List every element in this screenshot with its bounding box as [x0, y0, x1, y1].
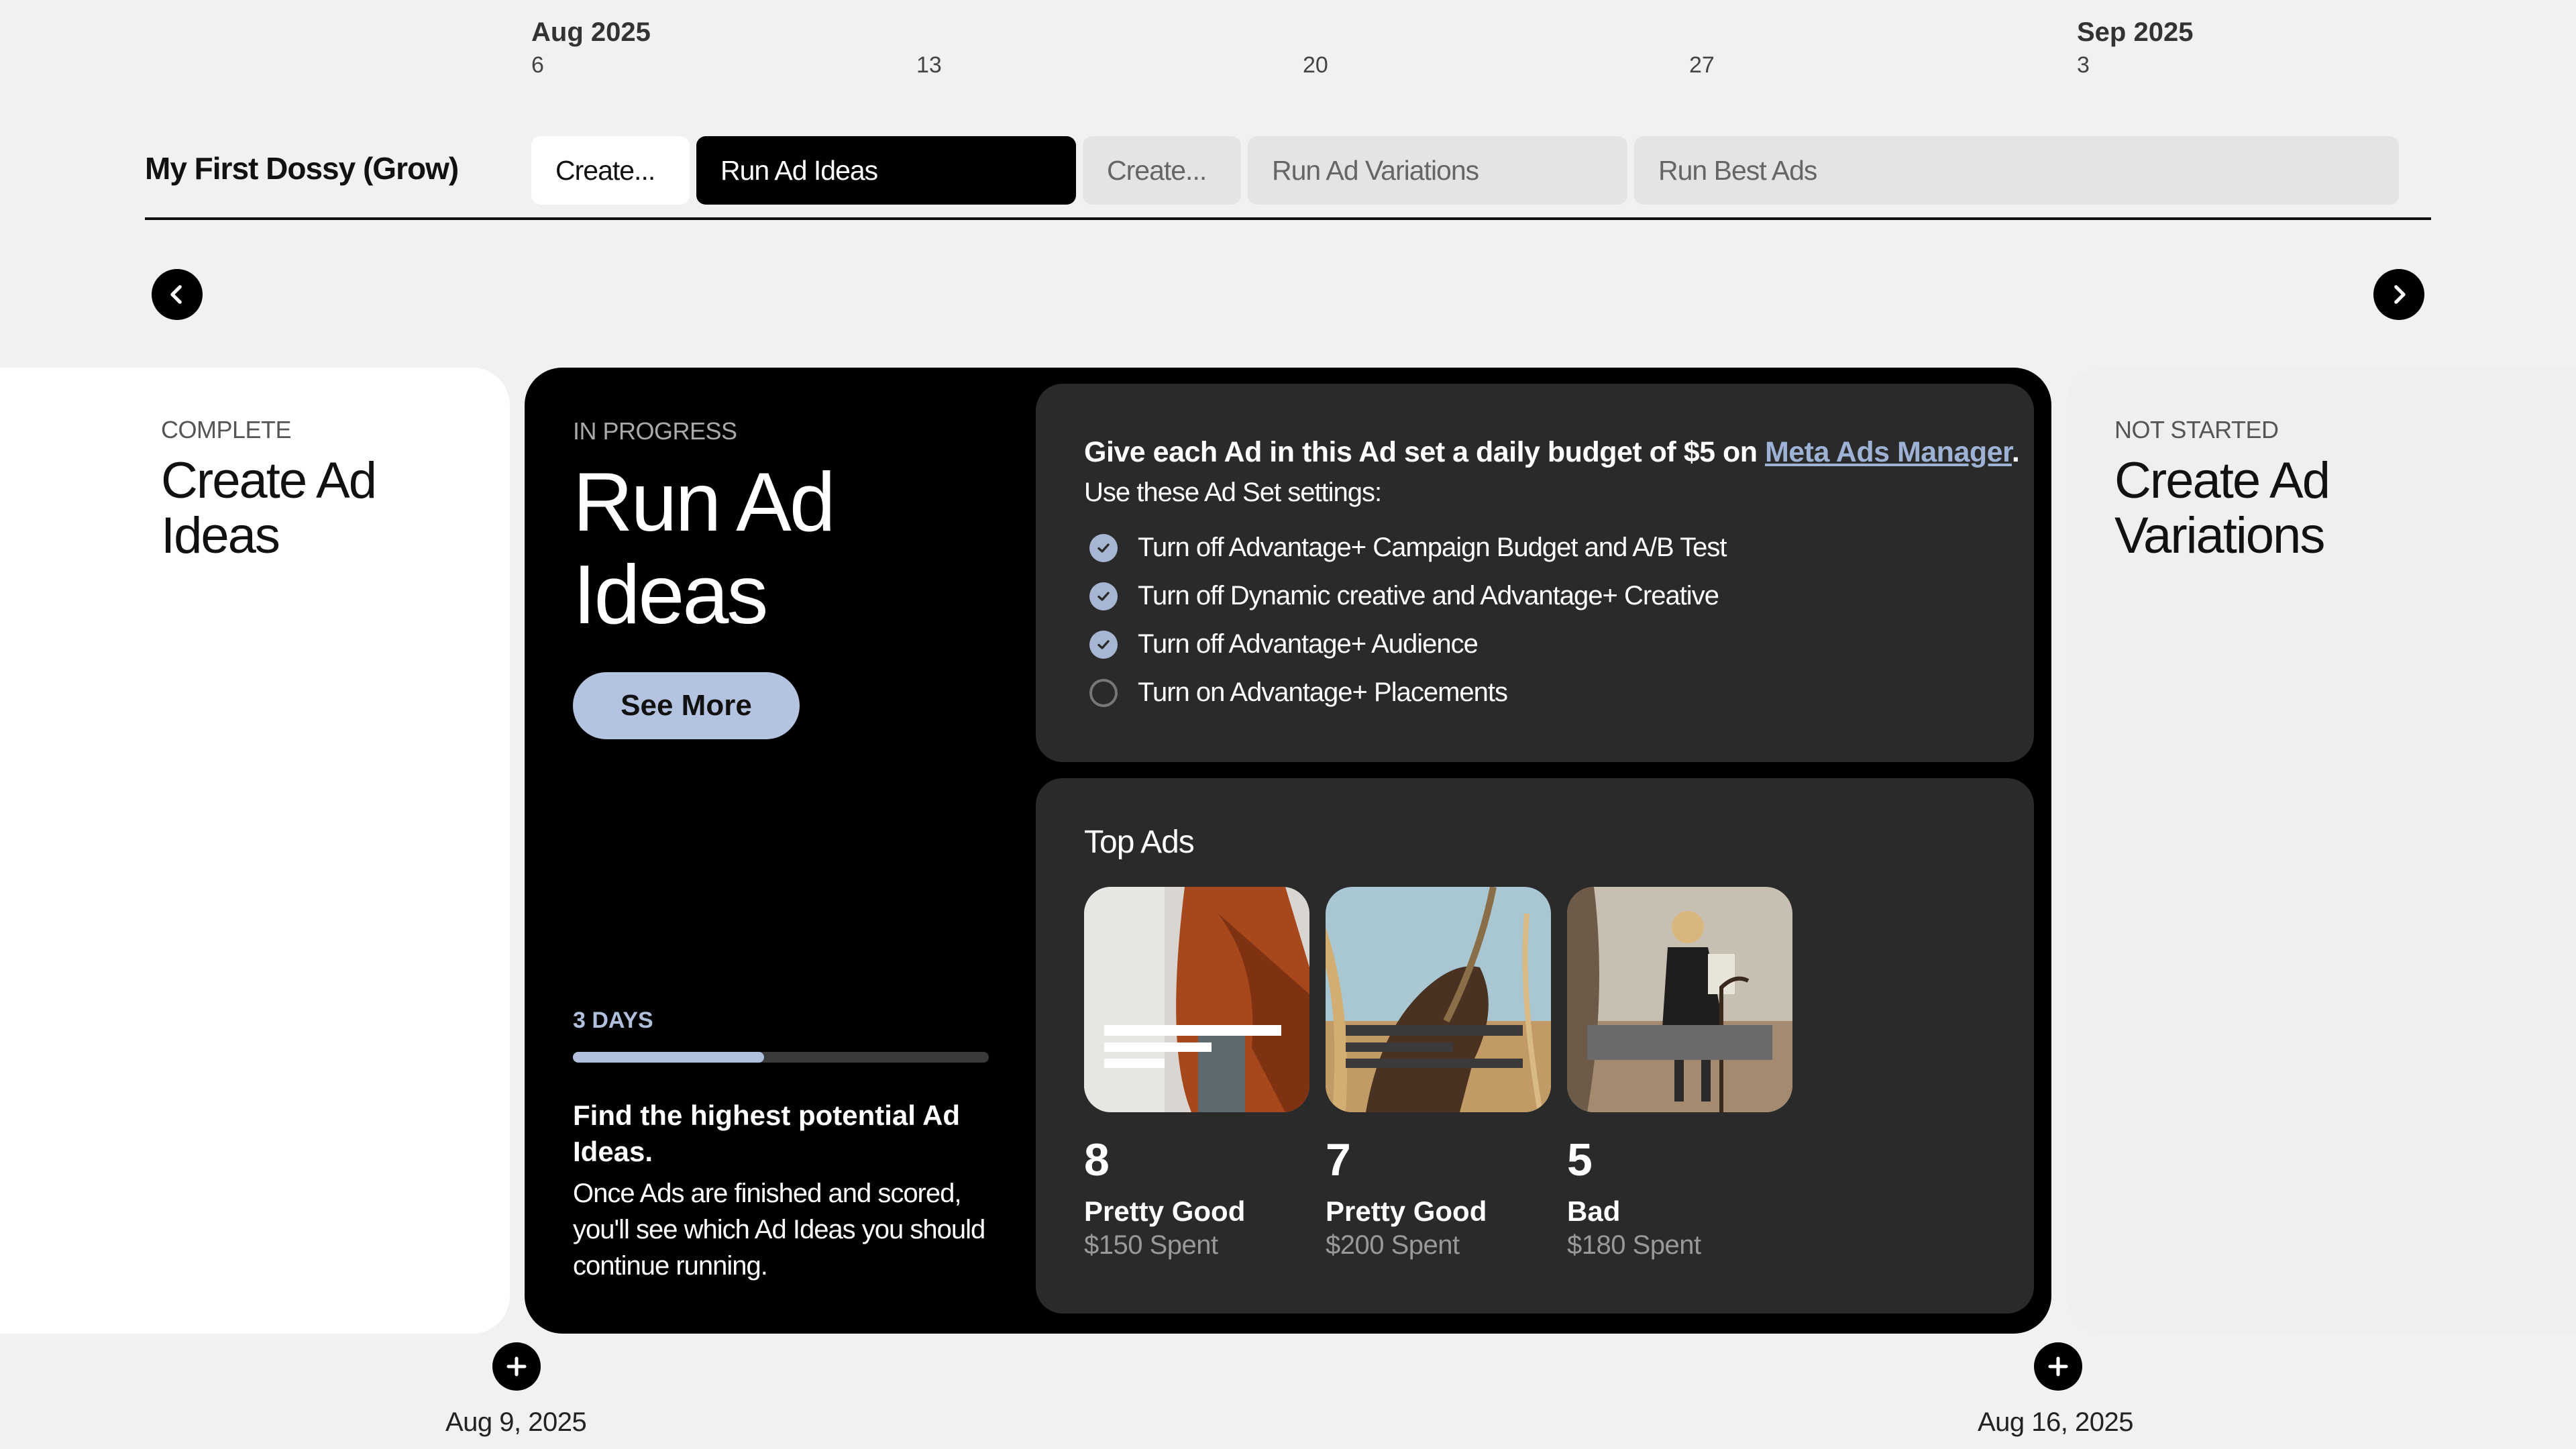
- setting-label: Turn off Dynamic creative and Advantage+…: [1138, 581, 1719, 610]
- card-status: NOT STARTED: [2114, 416, 2279, 443]
- card-status: COMPLETE: [161, 416, 292, 443]
- ad-spent: $180 Spent: [1567, 1230, 1701, 1260]
- phase-label: Create...: [1107, 154, 1207, 186]
- next-button[interactable]: [2373, 269, 2424, 320]
- setting-label: Turn off Advantage+ Audience: [1138, 629, 1479, 659]
- card-title: Create Ad Variations: [2114, 452, 2330, 564]
- card-title-line: Ideas: [573, 549, 768, 641]
- chevron-right-icon: [2394, 285, 2406, 304]
- setting-item[interactable]: Turn off Dynamic creative and Advantage+…: [1089, 581, 1719, 611]
- card-title-line: Run Ad: [573, 456, 836, 549]
- card-status: IN PROGRESS: [573, 417, 737, 445]
- ad-thumbnail-2[interactable]: [1326, 887, 1551, 1112]
- setting-label: Turn off Advantage+ Campaign Budget and …: [1138, 533, 1727, 562]
- day-label-6: 6: [531, 52, 544, 78]
- add-milestone-button[interactable]: [492, 1342, 541, 1391]
- setting-label: Turn on Advantage+ Placements: [1138, 678, 1508, 707]
- ad-thumbnail-3[interactable]: [1567, 887, 1792, 1112]
- ad-image-woman-beach: [1567, 887, 1792, 1112]
- card-title-line: Create Ad: [2114, 452, 2330, 509]
- settings-subtitle: Use these Ad Set settings:: [1084, 478, 1382, 507]
- ad-score: 8: [1084, 1134, 1110, 1185]
- phase-card-create-ad-variations[interactable]: NOT STARTED Create Ad Variations: [2066, 368, 2576, 1334]
- milestone-date: Aug 16, 2025: [1978, 1407, 2134, 1437]
- progress-fill: [573, 1052, 765, 1063]
- meta-ads-manager-link[interactable]: Meta Ads Manager: [1765, 436, 2012, 468]
- plus-icon: [506, 1356, 527, 1377]
- budget-text: Give each Ad in this Ad set a daily budg…: [1084, 436, 1765, 468]
- checkmark-icon: [1089, 533, 1118, 562]
- phase-run-best-ads[interactable]: Run Best Ads: [1634, 136, 2399, 205]
- goal-description: Once Ads are finished and scored, you'll…: [573, 1179, 985, 1281]
- duration-label: 3 DAYS: [573, 1008, 653, 1033]
- phase-create-ad-variations[interactable]: Create...: [1083, 136, 1241, 205]
- progress-bar: [573, 1052, 989, 1063]
- budget-end: .: [2011, 436, 2020, 468]
- top-ads-title: Top Ads: [1084, 824, 1195, 860]
- card-title-line: Create Ad: [161, 452, 377, 509]
- prev-button[interactable]: [152, 269, 203, 320]
- day-label-3: 3: [2077, 52, 2090, 78]
- card-title: Run Ad Ideas: [573, 456, 922, 641]
- setting-item[interactable]: Turn off Advantage+ Campaign Budget and …: [1089, 533, 1727, 563]
- add-milestone-button[interactable]: [2034, 1342, 2082, 1391]
- milestone-date: Aug 9, 2025: [445, 1407, 587, 1437]
- day-label-20: 20: [1303, 52, 1328, 78]
- empty-circle-icon: [1089, 678, 1118, 707]
- ad-rating: Pretty Good: [1326, 1195, 1487, 1227]
- day-label-13: 13: [916, 52, 942, 78]
- card-title: Create Ad Ideas: [161, 452, 377, 564]
- phase-run-ad-variations[interactable]: Run Ad Variations: [1248, 136, 1627, 205]
- goal-title: Find the highest potential Ad Ideas.: [573, 1099, 961, 1167]
- budget-instruction: Give each Ad in this Ad set a daily budg…: [1084, 436, 2020, 469]
- ad-rating: Pretty Good: [1084, 1195, 1246, 1227]
- phase-run-ad-ideas[interactable]: Run Ad Ideas: [696, 136, 1076, 205]
- ad-thumbnail-1[interactable]: [1084, 887, 1309, 1112]
- ad-spent: $150 Spent: [1084, 1230, 1218, 1260]
- ad-image-field-sky: [1326, 887, 1551, 1112]
- plus-icon: [2048, 1356, 2068, 1377]
- phase-label: Run Ad Ideas: [720, 154, 878, 186]
- phase-label: Run Best Ads: [1658, 154, 1817, 186]
- see-more-button[interactable]: See More: [573, 672, 800, 739]
- day-label-27: 27: [1689, 52, 1715, 78]
- phase-label: Create...: [555, 154, 655, 186]
- card-title-line: Ideas: [161, 507, 280, 564]
- ad-score: 7: [1326, 1134, 1351, 1185]
- month-label-sep: Sep 2025: [2077, 17, 2194, 47]
- header-divider: [145, 217, 2431, 220]
- phase-card-create-ad-ideas[interactable]: COMPLETE Create Ad Ideas: [0, 368, 510, 1334]
- setting-item[interactable]: Turn off Advantage+ Audience: [1089, 629, 1479, 659]
- chevron-left-icon: [170, 285, 182, 304]
- ad-spent: $200 Spent: [1326, 1230, 1460, 1260]
- setting-item[interactable]: Turn on Advantage+ Placements: [1089, 678, 1508, 708]
- project-title: My First Dossy (Grow): [145, 151, 459, 186]
- checkmark-icon: [1089, 582, 1118, 610]
- phase-label: Run Ad Variations: [1272, 154, 1479, 186]
- ad-rating: Bad: [1567, 1195, 1621, 1227]
- checkmark-icon: [1089, 630, 1118, 659]
- card-title-line: Variations: [2114, 507, 2325, 564]
- ad-score: 5: [1567, 1134, 1593, 1185]
- ad-image-orange-coat: [1084, 887, 1309, 1112]
- month-label-aug: Aug 2025: [531, 17, 651, 47]
- phase-create-ad-ideas[interactable]: Create...: [531, 136, 690, 205]
